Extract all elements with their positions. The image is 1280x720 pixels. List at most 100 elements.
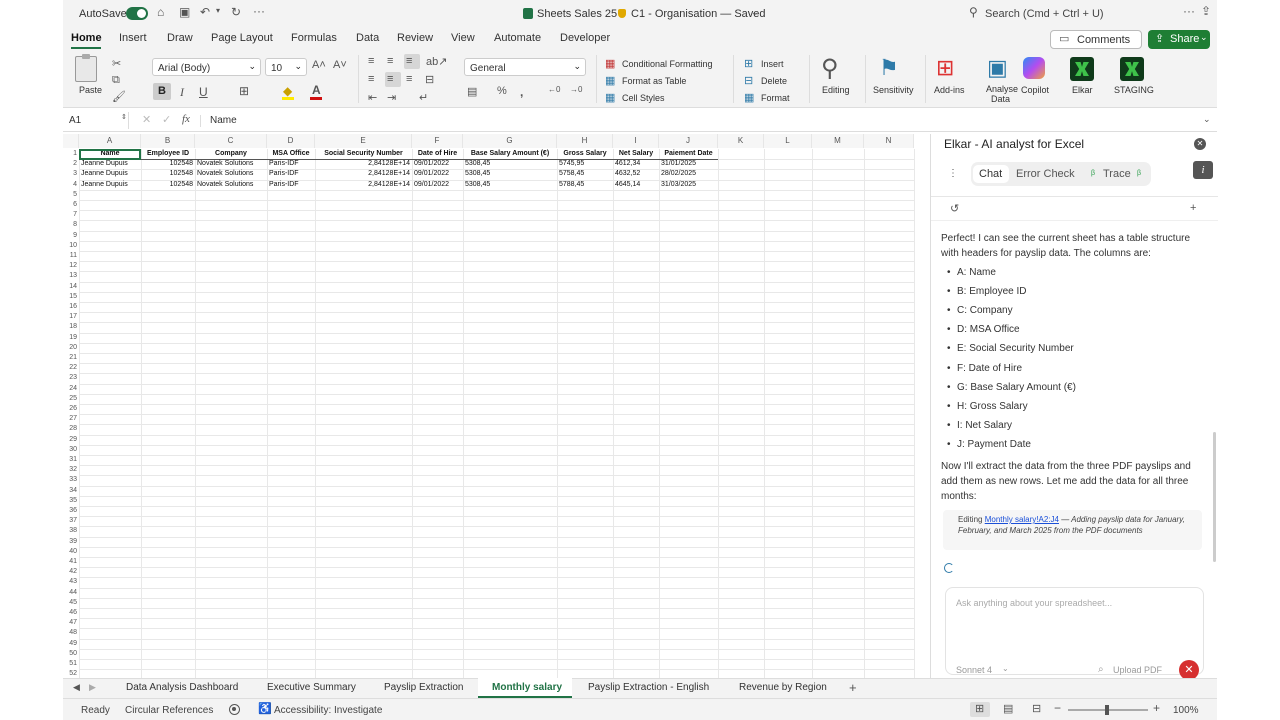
search-input[interactable]: Search (Cmd + Ctrl + U) <box>985 8 1104 20</box>
font-name-select[interactable]: Arial (Body) ⌄ <box>152 58 261 76</box>
row-header[interactable]: 24 <box>63 384 79 394</box>
tab-developer[interactable]: Developer <box>560 32 610 44</box>
row-header[interactable]: 14 <box>63 282 79 292</box>
add-ins-button[interactable]: Add-ins <box>934 85 965 95</box>
record-macro-icon[interactable] <box>229 704 240 715</box>
table-header-cell[interactable]: Company <box>195 149 267 159</box>
copilot-button[interactable]: Copilot <box>1021 85 1049 95</box>
align-left-icon[interactable]: ≡ <box>368 73 374 85</box>
sensitivity-button[interactable]: Sensitivity <box>873 85 914 95</box>
elkar-button[interactable]: Elkar <box>1072 85 1093 95</box>
table-cell[interactable]: 09/01/2022 <box>412 169 463 179</box>
increase-decimal-icon[interactable]: ←0 <box>548 85 560 94</box>
undo-dropdown-icon[interactable]: ▾ <box>216 6 220 15</box>
model-select[interactable]: Sonnet 4 <box>956 665 992 675</box>
format-cells-button[interactable]: Format <box>761 93 790 103</box>
row-header[interactable]: 52 <box>63 669 79 678</box>
row-header[interactable]: 2 <box>63 159 79 169</box>
copilot-icon[interactable] <box>1023 57 1045 79</box>
copy-icon[interactable]: ⧉ <box>112 74 120 87</box>
row-header[interactable]: 4 <box>63 180 79 190</box>
font-size-select[interactable]: 10 ⌄ <box>265 58 307 76</box>
tab-insert[interactable]: Insert <box>119 32 147 44</box>
undo-icon[interactable]: ↶ <box>200 5 210 19</box>
status-circular-references[interactable]: Circular References <box>125 705 213 716</box>
kebab-menu-icon[interactable]: ⋮ <box>948 168 958 179</box>
row-header[interactable]: 22 <box>63 363 79 373</box>
tab-view[interactable]: View <box>451 32 475 44</box>
row-header[interactable]: 36 <box>63 506 79 516</box>
row-header[interactable]: 18 <box>63 322 79 332</box>
row-header[interactable]: 9 <box>63 231 79 241</box>
row-header[interactable]: 33 <box>63 475 79 485</box>
table-header-cell[interactable]: Net Salary <box>613 149 659 159</box>
history-icon[interactable]: ↺ <box>950 202 959 215</box>
row-header[interactable]: 29 <box>63 435 79 445</box>
cut-icon[interactable]: ✂ <box>112 57 121 70</box>
save-icon[interactable]: ▣ <box>179 5 190 19</box>
fx-icon[interactable]: fx <box>182 113 190 125</box>
align-top-icon[interactable]: ≡ <box>368 55 374 67</box>
row-header[interactable]: 50 <box>63 649 79 659</box>
borders-icon[interactable]: ⊞ <box>239 84 249 98</box>
row-header[interactable]: 10 <box>63 241 79 251</box>
table-cell[interactable]: 4612,34 <box>613 159 659 169</box>
column-header-n[interactable]: N <box>864 134 914 148</box>
row-header[interactable]: 15 <box>63 292 79 302</box>
chat-input[interactable]: Ask anything about your spreadsheet... <box>956 598 1112 608</box>
formula-input[interactable]: Name <box>210 115 237 126</box>
row-header[interactable]: 5 <box>63 190 79 200</box>
table-cell[interactable]: Novatek Solutions <box>195 169 267 179</box>
row-header[interactable]: 42 <box>63 567 79 577</box>
currency-icon[interactable]: ▤ <box>467 85 477 98</box>
staging-button[interactable]: STAGING <box>1114 85 1154 95</box>
row-header[interactable]: 38 <box>63 526 79 536</box>
table-cell[interactable]: Paris-IDF <box>267 159 315 169</box>
tab-error-check[interactable]: Error Check <box>1016 168 1075 180</box>
row-header[interactable]: 11 <box>63 251 79 261</box>
paste-label[interactable]: Paste <box>79 85 102 95</box>
elkar-icon[interactable] <box>1070 57 1094 81</box>
format-as-table-button[interactable]: Format as Table <box>622 76 686 86</box>
row-header[interactable]: 27 <box>63 414 79 424</box>
sheet-tab-monthly-salary[interactable]: Monthly salary <box>492 682 562 693</box>
decrease-decimal-icon[interactable]: →0 <box>570 85 582 94</box>
sheet-tab-data-analysis-dashboard[interactable]: Data Analysis Dashboard <box>126 682 238 693</box>
spreadsheet-grid[interactable]: ABCDEFGHIJKLMN 1 2 3 4 5 6 7 8 9 10 11 12 13 14 15 16 17… <box>63 134 929 678</box>
column-header-d[interactable]: D <box>267 134 315 148</box>
table-cell[interactable]: Jeanne Dupuis <box>79 169 141 179</box>
sheet-tab-payslip-extraction-english[interactable]: Payslip Extraction - English <box>588 682 709 693</box>
align-middle-icon[interactable]: ≡ <box>387 55 393 67</box>
table-cell[interactable]: 5308,45 <box>463 159 557 169</box>
decrease-indent-icon[interactable]: ⇤ <box>368 91 377 104</box>
share-window-icon[interactable]: ⇪ <box>1201 4 1211 18</box>
row-header[interactable]: 34 <box>63 486 79 496</box>
share-button[interactable]: ⇪ Share ⌄ <box>1148 30 1210 49</box>
row-header[interactable]: 25 <box>63 394 79 404</box>
table-cell[interactable]: Novatek Solutions <box>195 180 267 190</box>
tab-formulas[interactable]: Formulas <box>291 32 337 44</box>
tab-page-layout[interactable]: Page Layout <box>211 32 273 44</box>
staging-icon[interactable] <box>1120 57 1144 81</box>
column-header-h[interactable]: H <box>557 134 613 148</box>
tab-home[interactable]: Home <box>71 32 102 44</box>
table-cell[interactable]: 5308,45 <box>463 169 557 179</box>
column-header-j[interactable]: J <box>659 134 718 148</box>
row-header[interactable]: 43 <box>63 577 79 587</box>
row-header[interactable]: 21 <box>63 353 79 363</box>
edit-range-link[interactable]: Monthly salary!A2:J4 <box>985 515 1059 524</box>
tab-draw[interactable]: Draw <box>167 32 193 44</box>
table-cell[interactable]: 102548 <box>141 169 195 179</box>
column-header-g[interactable]: G <box>463 134 557 148</box>
row-header[interactable]: 19 <box>63 333 79 343</box>
row-header[interactable]: 17 <box>63 312 79 322</box>
row-header[interactable]: 7 <box>63 210 79 220</box>
insert-cells-button[interactable]: Insert <box>761 59 784 69</box>
selected-cell-a1[interactable] <box>79 149 141 160</box>
number-format-select[interactable]: General ⌄ <box>464 58 586 76</box>
delete-cells-button[interactable]: Delete <box>761 76 787 86</box>
select-all-corner[interactable] <box>63 134 79 148</box>
column-header-l[interactable]: L <box>764 134 812 148</box>
table-cell[interactable]: Jeanne Dupuis <box>79 180 141 190</box>
italic-button[interactable]: I <box>180 85 184 100</box>
